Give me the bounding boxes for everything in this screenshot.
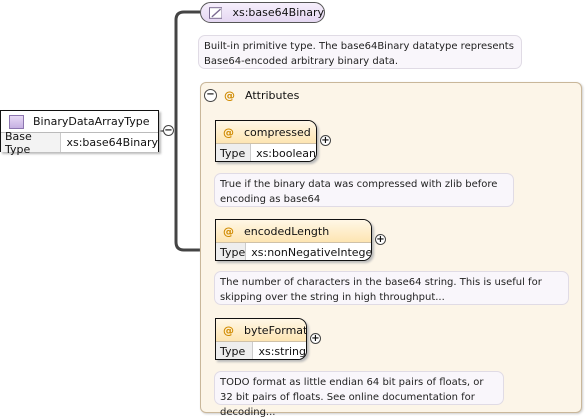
root-type-name: BinaryDataArrayType [33,115,150,128]
attribute-header: @ byteFormat [216,319,306,342]
root-type-properties: Base Type xs:base64Binary [1,130,158,156]
attributes-group-header: − @ Attributes [204,88,299,102]
base-type-label: Base Type [1,130,62,156]
attribute-icon: @ [223,224,234,238]
attribute-type-value: xs:string [258,344,306,358]
expand-icon[interactable]: + [375,234,386,245]
attribute-header: @ encodedLength [216,220,371,243]
attribute-type-row: Type xs:boolean [216,144,316,161]
expand-icon[interactable]: + [320,135,331,146]
base-type-node[interactable]: xs:base64Binary [200,2,325,23]
attribute-group-icon: @ [224,88,235,102]
attribute-header: @ compressed [216,121,316,144]
attribute-documentation: TODO format as little endian 64 bit pair… [214,371,504,418]
complex-type-icon [9,114,24,129]
attribute-type-label: Type [216,243,247,260]
base-type-node-name: xs:base64Binary [232,6,324,19]
attribute-encodedLength[interactable]: @ encodedLength Type xs:nonNegativeInteg… [215,219,372,261]
attribute-type-row: Type xs:nonNegativeInteger [216,243,372,260]
attribute-documentation: The number of characters in the base64 s… [214,271,569,305]
attribute-icon: @ [223,125,234,139]
attribute-byteFormat[interactable]: @ byteFormat Type xs:string [215,318,307,360]
attribute-type-label: Type [216,342,254,359]
collapse-icon[interactable]: − [163,125,174,136]
attribute-type-label: Type [216,144,252,161]
attributes-collapse-icon[interactable]: − [204,88,217,102]
simple-type-icon [209,6,223,19]
attribute-name: encodedLength [244,224,330,238]
attribute-name: byteFormat [244,323,307,337]
attributes-group-title: Attributes [245,88,300,102]
attribute-type-row: Type xs:string [216,342,306,359]
attribute-icon: @ [223,323,234,337]
expand-icon[interactable]: + [310,333,321,344]
attribute-compressed[interactable]: @ compressed Type xs:boolean [215,120,317,162]
attribute-type-value: xs:boolean [256,146,316,160]
attribute-documentation: True if the binary data was compressed w… [214,173,514,207]
attribute-type-value: xs:nonNegativeInteger [251,245,372,259]
attribute-name: compressed [244,125,311,139]
base-type-value: xs:base64Binary [61,133,158,152]
base-type-documentation: Built-in primitive type. The base64Binar… [198,35,522,69]
root-type-box[interactable]: BinaryDataArrayType Base Type xs:base64B… [0,110,159,156]
